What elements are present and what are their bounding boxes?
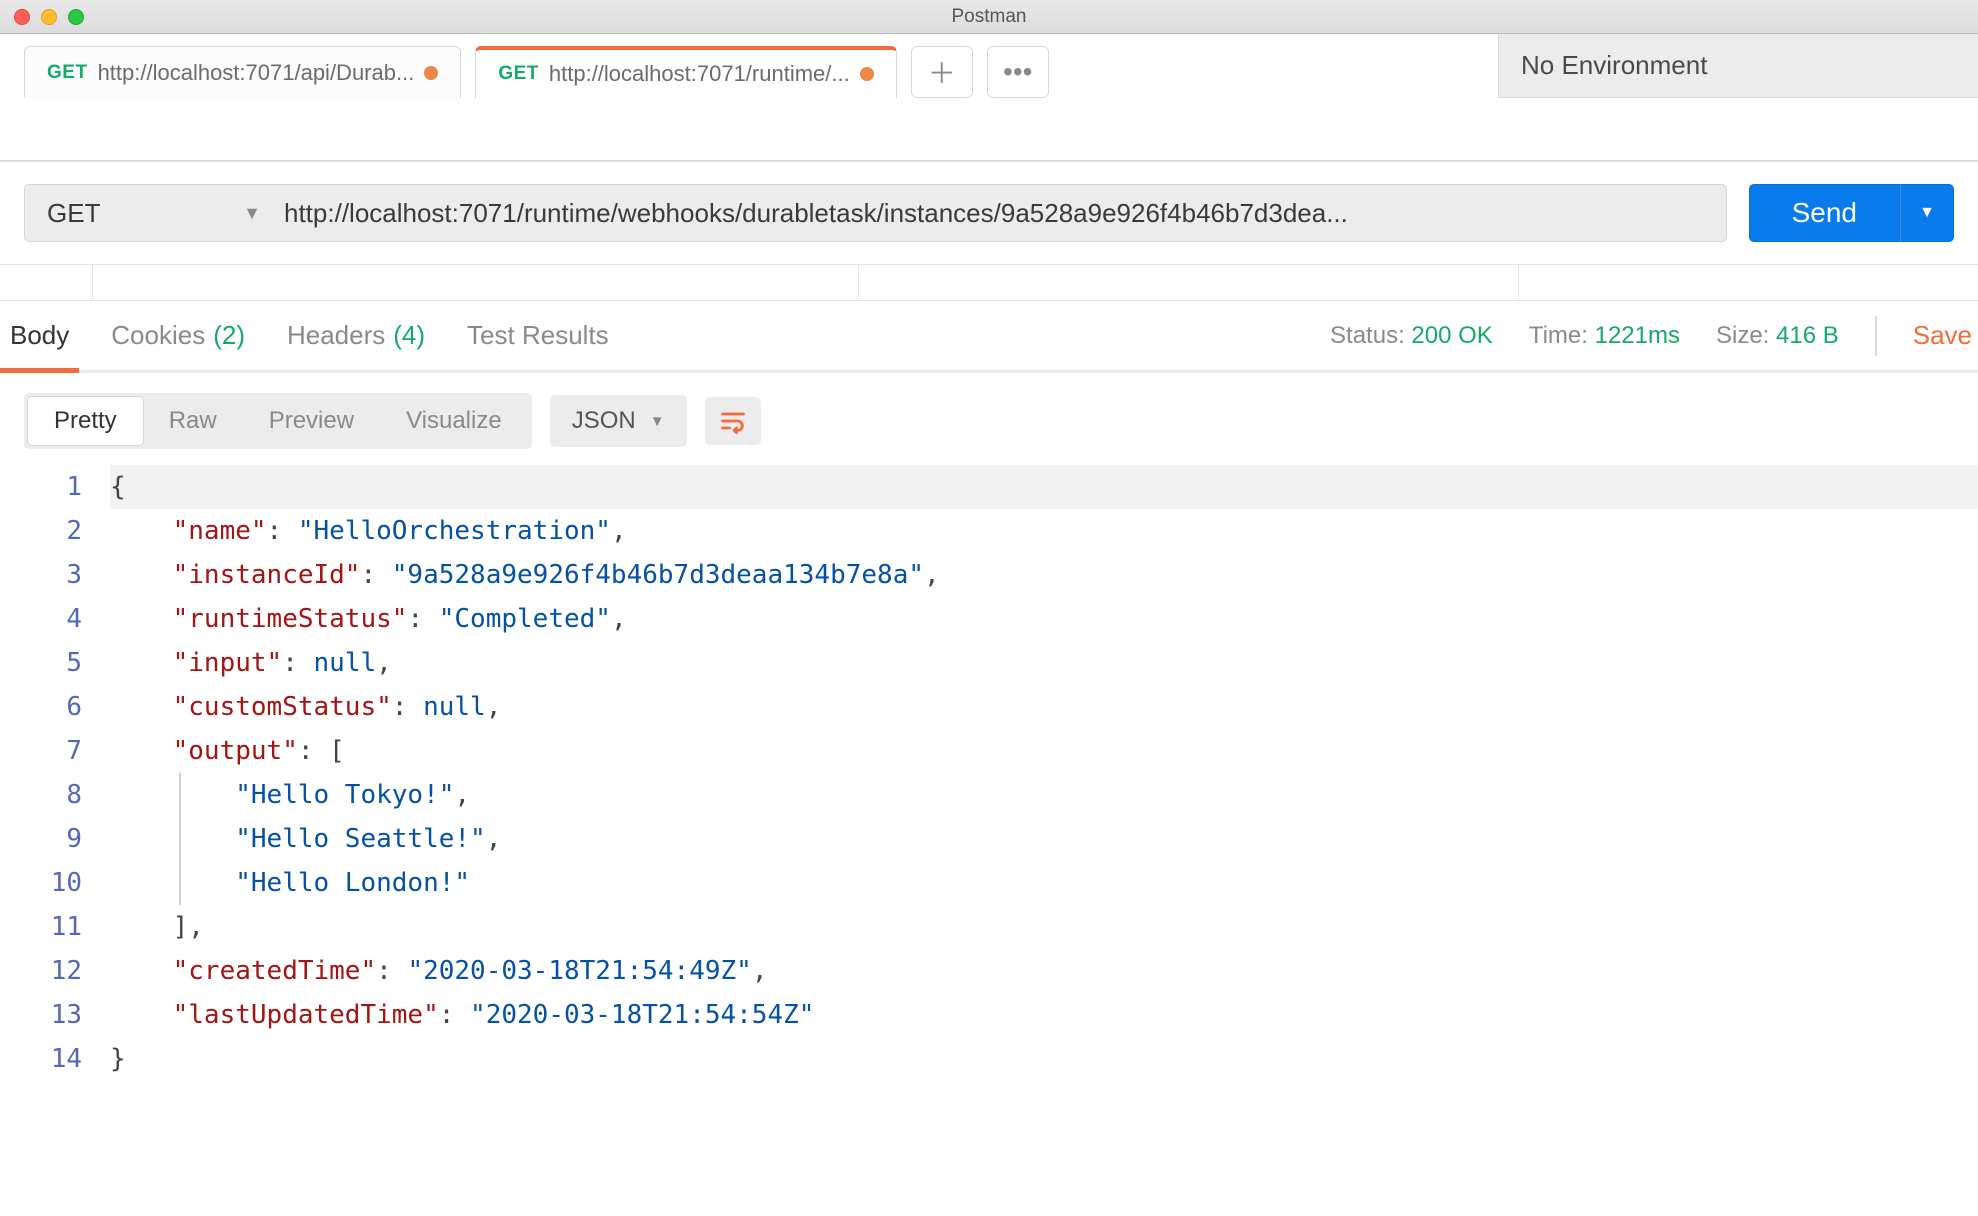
tab-label: http://localhost:7071/api/Durab...: [98, 60, 415, 86]
tabs-area: GET http://localhost:7071/api/Durab... G…: [0, 34, 1978, 161]
status-block: Status: 200 OK: [1330, 322, 1493, 350]
unsaved-indicator-icon: [424, 66, 438, 80]
wrap-lines-button[interactable]: [705, 397, 761, 445]
view-tab-visualize[interactable]: Visualize: [380, 397, 528, 445]
response-body-editor[interactable]: 1 2 3 4 5 6 7 8 9 10 11 12 13 14 { "name…: [0, 465, 1978, 1101]
status-value: 200 OK: [1411, 322, 1492, 349]
request-tab-active[interactable]: GET http://localhost:7071/runtime/...: [475, 46, 896, 98]
code-lines: { "name": "HelloOrchestration", "instanc…: [110, 465, 1978, 1081]
response-tab-body[interactable]: Body: [6, 301, 73, 370]
save-response-button[interactable]: Save: [1913, 320, 1972, 351]
time-value: 1221ms: [1595, 322, 1680, 349]
request-url-input[interactable]: http://localhost:7071/runtime/webhooks/d…: [262, 184, 1727, 242]
chevron-down-icon: ▼: [650, 413, 665, 430]
response-meta-bar: Body Cookies (2) Headers (4) Test Result…: [0, 301, 1978, 373]
tab-method: GET: [498, 63, 539, 85]
window-title: Postman: [0, 6, 1978, 28]
response-tab-headers[interactable]: Headers (4): [283, 301, 429, 370]
time-block: Time: 1221ms: [1529, 322, 1680, 350]
request-tab[interactable]: GET http://localhost:7071/api/Durab...: [24, 46, 461, 98]
chevron-down-icon: ▼: [1919, 204, 1935, 222]
wrap-icon: [719, 407, 747, 435]
cookies-count: (2): [213, 320, 245, 351]
send-button[interactable]: Send: [1749, 184, 1900, 242]
body-view-controls: Pretty Raw Preview Visualize JSON ▼: [0, 373, 1978, 465]
body-language-select[interactable]: JSON ▼: [550, 395, 687, 447]
tab-method: GET: [47, 62, 88, 84]
response-tab-cookies[interactable]: Cookies (2): [107, 301, 249, 370]
tab-options-button[interactable]: •••: [987, 46, 1049, 98]
send-options-button[interactable]: ▼: [1900, 184, 1954, 242]
unsaved-indicator-icon: [860, 67, 874, 81]
plus-icon: ＋: [928, 52, 956, 92]
environment-label: No Environment: [1521, 50, 1707, 81]
titlebar: Postman: [0, 0, 1978, 34]
divider: [1875, 316, 1877, 356]
size-value: 416 B: [1776, 322, 1839, 349]
size-block: Size: 416 B: [1716, 322, 1839, 350]
body-language-value: JSON: [572, 407, 636, 435]
view-tab-preview[interactable]: Preview: [243, 397, 380, 445]
environment-selector[interactable]: No Environment: [1498, 34, 1978, 98]
headers-count: (4): [393, 320, 425, 351]
response-tab-test-results[interactable]: Test Results: [463, 301, 613, 370]
new-tab-button[interactable]: ＋: [911, 46, 973, 98]
http-method-select[interactable]: GET ▼: [24, 184, 284, 242]
line-number-gutter: 1 2 3 4 5 6 7 8 9 10 11 12 13 14: [0, 465, 110, 1081]
view-tab-raw[interactable]: Raw: [143, 397, 243, 445]
request-url-value: http://localhost:7071/runtime/webhooks/d…: [284, 198, 1348, 229]
tab-label: http://localhost:7071/runtime/...: [549, 61, 850, 87]
body-view-tabs: Pretty Raw Preview Visualize: [24, 393, 532, 449]
request-bar: GET ▼ http://localhost:7071/runtime/webh…: [0, 161, 1978, 265]
http-method-value: GET: [47, 198, 100, 229]
view-tab-pretty[interactable]: Pretty: [28, 397, 143, 445]
chevron-down-icon: ▼: [243, 203, 261, 224]
request-sub-strip: [0, 265, 1978, 301]
ellipsis-icon: •••: [1003, 56, 1032, 88]
